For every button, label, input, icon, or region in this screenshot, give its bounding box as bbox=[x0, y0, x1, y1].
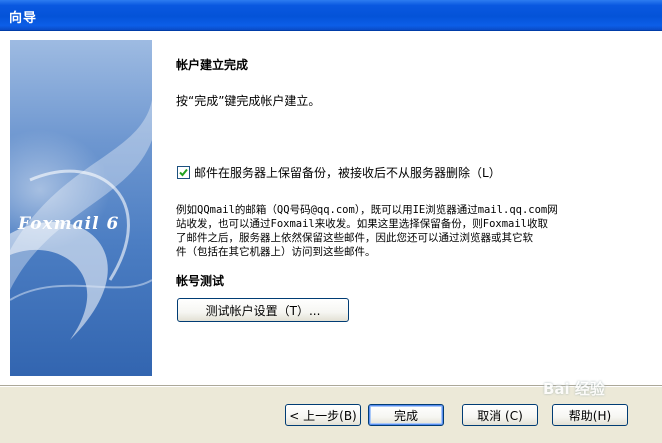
wizard-window: 向导 Foxmail 6 帐户建立完成 按“完成”键完成帐户建立。 邮件在服务器… bbox=[0, 0, 662, 443]
test-account-settings-button[interactable]: 测试帐户设置（T）... bbox=[177, 298, 349, 322]
description-line: 例如QQmail的邮箱（QQ号码@qq.com），既可以用IE浏览器通过mail… bbox=[176, 204, 558, 216]
window-title: 向导 bbox=[9, 11, 38, 26]
backup-description: 例如QQmail的邮箱（QQ号码@qq.com），既可以用IE浏览器通过mail… bbox=[176, 203, 638, 259]
help-button[interactable]: 帮助(H) bbox=[552, 404, 628, 426]
account-test-heading: 帐号测试 bbox=[176, 274, 225, 288]
completion-heading: 帐户建立完成 bbox=[176, 58, 249, 72]
wizard-content: Foxmail 6 帐户建立完成 按“完成”键完成帐户建立。 邮件在服务器上保留… bbox=[0, 31, 662, 385]
description-line: 站收发，也可以通过Foxmail来收发。如果这里选择保留备份，则Foxmail收… bbox=[176, 218, 549, 230]
description-line: 件（包括在其它机器上）访问到这些邮件。 bbox=[176, 246, 376, 258]
keep-backup-label: 邮件在服务器上保留备份，被接收后不从服务器删除（L） bbox=[194, 166, 501, 180]
back-button[interactable]: < 上一步(B) bbox=[285, 404, 361, 426]
baidu-watermark: Bai 经验 bbox=[543, 380, 605, 398]
instruction-text: 按“完成”键完成帐户建立。 bbox=[176, 94, 321, 108]
cancel-button[interactable]: 取消 (C) bbox=[462, 404, 538, 426]
foxmail-logo: Foxmail 6 bbox=[18, 214, 120, 234]
keep-backup-checkbox[interactable] bbox=[177, 166, 190, 179]
checkmark-icon bbox=[179, 168, 188, 177]
finish-button[interactable]: 完成 bbox=[368, 404, 444, 426]
title-bar[interactable]: 向导 bbox=[0, 0, 662, 31]
keep-backup-option[interactable]: 邮件在服务器上保留备份，被接收后不从服务器删除（L） bbox=[177, 164, 501, 181]
description-line: 了邮件之后，服务器上依然保留这些邮件，因此您还可以通过浏览器或其它软 bbox=[176, 232, 533, 244]
banner-swirl-graphic bbox=[10, 100, 152, 340]
foxmail-banner: Foxmail 6 bbox=[10, 40, 152, 376]
